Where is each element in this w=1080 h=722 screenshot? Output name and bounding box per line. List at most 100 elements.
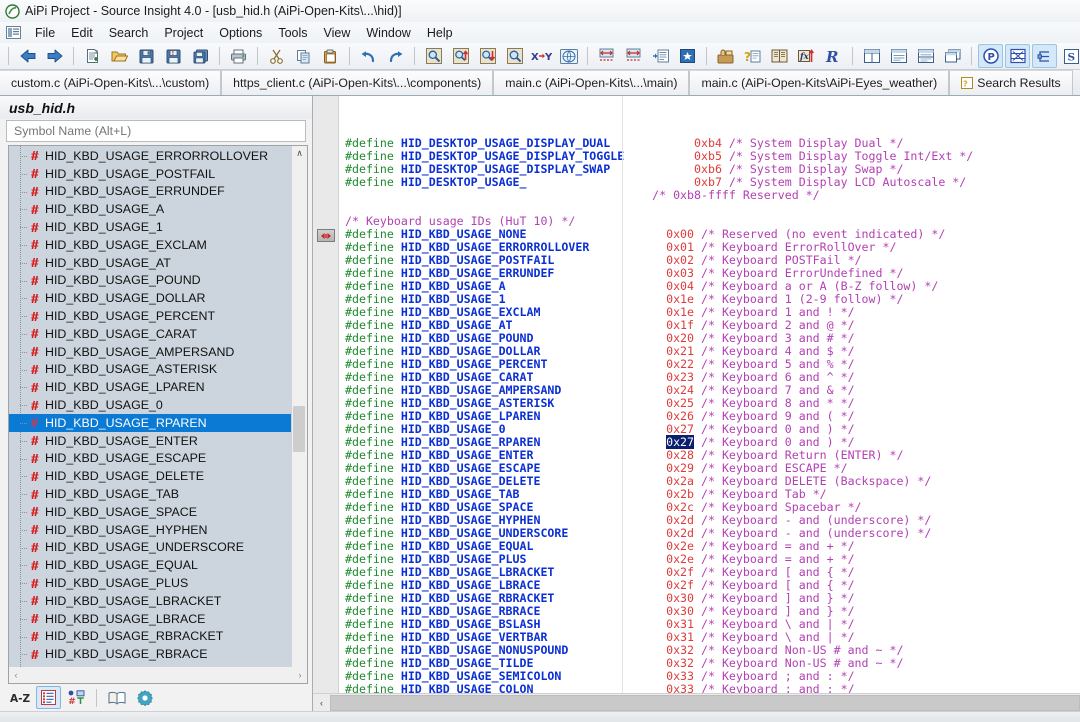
menu-item-help[interactable]: Help	[419, 24, 461, 42]
outline-icon[interactable]	[1032, 44, 1057, 68]
window-menu-icon[interactable]	[6, 26, 21, 39]
symbol-list-item[interactable]: # HID_KBD_USAGE_LBRACKET	[9, 592, 291, 610]
cascade-windows-icon[interactable]	[940, 44, 965, 68]
editor-hscroll-thumb[interactable]	[330, 694, 1080, 711]
code-view[interactable]: #define HID_DESKTOP_USAGE_DISPLAY_DUAL 0…	[339, 96, 1080, 693]
browse-web-icon[interactable]	[556, 44, 581, 68]
project-window-icon[interactable]: P	[978, 44, 1003, 68]
symbol-list-item[interactable]: # HID_KBD_USAGE_LPAREN	[9, 378, 291, 396]
symbol-search-input[interactable]	[12, 123, 300, 139]
scroll-left-arrow-icon[interactable]: ‹	[9, 670, 23, 680]
symbol-list-item[interactable]: # HID_KBD_USAGE_ERRORROLLOVER	[9, 147, 291, 165]
symbol-window-icon[interactable]	[648, 44, 673, 68]
code-line[interactable]: #define HID_KBD_USAGE_COLON 0x33 /* Keyb…	[345, 683, 1080, 694]
menu-item-project[interactable]: Project	[156, 24, 211, 42]
save-all-icon[interactable]	[188, 44, 213, 68]
redo-icon[interactable]	[383, 44, 408, 68]
symbol-list-item[interactable]: # HID_KBD_USAGE_A	[9, 200, 291, 218]
new-file-icon[interactable]	[80, 44, 105, 68]
symbol-list-item[interactable]: # HID_KBD_USAGE_POSTFAIL	[9, 165, 291, 183]
bookmark-icon[interactable]	[675, 44, 700, 68]
symbol-type-icon[interactable]: #	[64, 686, 89, 709]
context-help-icon[interactable]: ?	[740, 44, 765, 68]
menu-item-window[interactable]: Window	[358, 24, 418, 42]
vertical-split-icon[interactable]	[913, 44, 938, 68]
horizontal-split-icon[interactable]	[886, 44, 911, 68]
reference-book-icon[interactable]	[767, 44, 792, 68]
sort-alpha-icon[interactable]: A-Z	[8, 686, 33, 709]
smart-rename-icon[interactable]	[713, 44, 738, 68]
scroll-up-arrow-icon[interactable]: ∧	[292, 146, 307, 161]
symbol-list-item[interactable]: # HID_KBD_USAGE_ERRUNDEF	[9, 183, 291, 201]
symbol-list-item[interactable]: # HID_KBD_USAGE_RPAREN	[9, 413, 291, 432]
menu-item-edit[interactable]: Edit	[63, 24, 101, 42]
tab-custom-c[interactable]: custom.c (AiPi-Open-Kits\...\custom)	[0, 70, 222, 95]
search-icon[interactable]	[421, 44, 446, 68]
symbol-list-item[interactable]: # HID_KBD_USAGE_PERCENT	[9, 307, 291, 325]
replace-icon[interactable]: XY	[529, 44, 554, 68]
undo-icon[interactable]	[356, 44, 381, 68]
symbol-list-item[interactable]: # HID_KBD_USAGE_SPACE	[9, 503, 291, 521]
symbol-list-hscrollbar[interactable]: ‹ ›	[8, 667, 308, 684]
tab-main-c-eyes-weather[interactable]: main.c (AiPi-Open-Kits\AiPi-Eyes_weather…	[689, 70, 950, 95]
symbol-list[interactable]: # HID_KBD_USAGE_ERRORROLLOVER # HID_KBD_USA…	[9, 146, 291, 667]
symbol-list-item[interactable]: # HID_KBD_USAGE_1	[9, 218, 291, 236]
symbol-list-icon[interactable]	[36, 686, 61, 709]
symbol-list-item[interactable]: # HID_KBD_USAGE_LBRACE	[9, 610, 291, 628]
file-properties-icon[interactable]	[1005, 44, 1030, 68]
scroll-left-arrow-icon[interactable]: ‹	[313, 695, 330, 710]
reference-book-icon[interactable]	[104, 686, 129, 709]
symbol-list-item[interactable]: # HID_KBD_USAGE_HYPHEN	[9, 521, 291, 539]
vscroll-thumb[interactable]	[293, 406, 305, 452]
symbol-list-item[interactable]: # HID_KBD_USAGE_CARAT	[9, 325, 291, 343]
symbol-list-item[interactable]: # HID_KBD_USAGE_ENTER	[9, 432, 291, 450]
search-up-icon[interactable]	[448, 44, 473, 68]
jump-to-prev-icon[interactable]	[594, 44, 619, 68]
editor-hscrollbar[interactable]: ‹	[313, 693, 1080, 711]
tab-https-client-c[interactable]: https_client.c (AiPi-Open-Kits\...\compo…	[221, 70, 494, 95]
settings-gear-icon[interactable]	[132, 686, 157, 709]
search-down-icon[interactable]	[475, 44, 500, 68]
editor-gutter[interactable]	[313, 96, 339, 693]
tile-windows-icon[interactable]	[859, 44, 884, 68]
print-icon[interactable]	[226, 44, 251, 68]
symbol-list-item[interactable]: # HID_KBD_USAGE_ESCAPE	[9, 450, 291, 468]
tab-main-c-main[interactable]: main.c (AiPi-Open-Kits\...\main)	[493, 70, 690, 95]
symbol-list-item[interactable]: # HID_KBD_USAGE_EQUAL	[9, 556, 291, 574]
menu-item-view[interactable]: View	[316, 24, 359, 42]
paste-icon[interactable]	[318, 44, 343, 68]
tab-search-results[interactable]: ? Search Results	[949, 70, 1073, 95]
nav-back-icon[interactable]	[15, 44, 40, 68]
lookup-reference-icon[interactable]	[502, 44, 527, 68]
symbol-list-item[interactable]: # HID_KBD_USAGE_EXCLAM	[9, 236, 291, 254]
open-file-icon[interactable]	[107, 44, 132, 68]
relation-window-icon[interactable]: R	[821, 44, 846, 68]
symbol-list-item[interactable]: # HID_KBD_USAGE_PLUS	[9, 574, 291, 592]
symbol-list-vscrollbar[interactable]: ∧	[291, 146, 307, 667]
nav-forward-icon[interactable]	[42, 44, 67, 68]
symbol-list-item[interactable]: # HID_KBD_USAGE_UNDERSCORE	[9, 539, 291, 557]
code-line[interactable]: /* 0xb8-ffff Reserved */	[345, 189, 1080, 202]
copy-icon[interactable]	[291, 44, 316, 68]
symbol-list-item[interactable]: # HID_KBD_USAGE_TAB	[9, 485, 291, 503]
menu-item-options[interactable]: Options	[211, 24, 270, 42]
symbol-list-item[interactable]: # HID_KBD_USAGE_AT	[9, 254, 291, 272]
scroll-right-arrow-icon[interactable]: ›	[293, 670, 307, 680]
symbol-list-item[interactable]: # HID_KBD_USAGE_DELETE	[9, 467, 291, 485]
jump-to-next-icon[interactable]	[621, 44, 646, 68]
symbol-list-item[interactable]: # HID_KBD_USAGE_0	[9, 396, 291, 414]
symbol-list-item[interactable]: # HID_KBD_USAGE_ASTERISK	[9, 361, 291, 379]
symbol-list-icon[interactable]: S	[1059, 44, 1080, 68]
symbol-search-box[interactable]	[6, 120, 306, 142]
menu-item-file[interactable]: File	[27, 24, 63, 42]
save-icon[interactable]	[134, 44, 159, 68]
symbol-list-item[interactable]: # HID_KBD_USAGE_RBRACKET	[9, 628, 291, 646]
syntax-formatting-icon[interactable]: fx	[794, 44, 819, 68]
vscroll-track[interactable]	[292, 161, 307, 667]
symbol-list-item[interactable]: # HID_KBD_USAGE_RBRACE	[9, 645, 291, 663]
edit-position-marker-icon[interactable]	[317, 229, 335, 242]
symbol-list-item[interactable]: # HID_KBD_USAGE_DOLLAR	[9, 289, 291, 307]
menu-item-search[interactable]: Search	[101, 24, 157, 42]
symbol-list-item[interactable]: # HID_KBD_USAGE_AMPERSAND	[9, 343, 291, 361]
symbol-list-item[interactable]: # HID_KBD_USAGE_POUND	[9, 272, 291, 290]
